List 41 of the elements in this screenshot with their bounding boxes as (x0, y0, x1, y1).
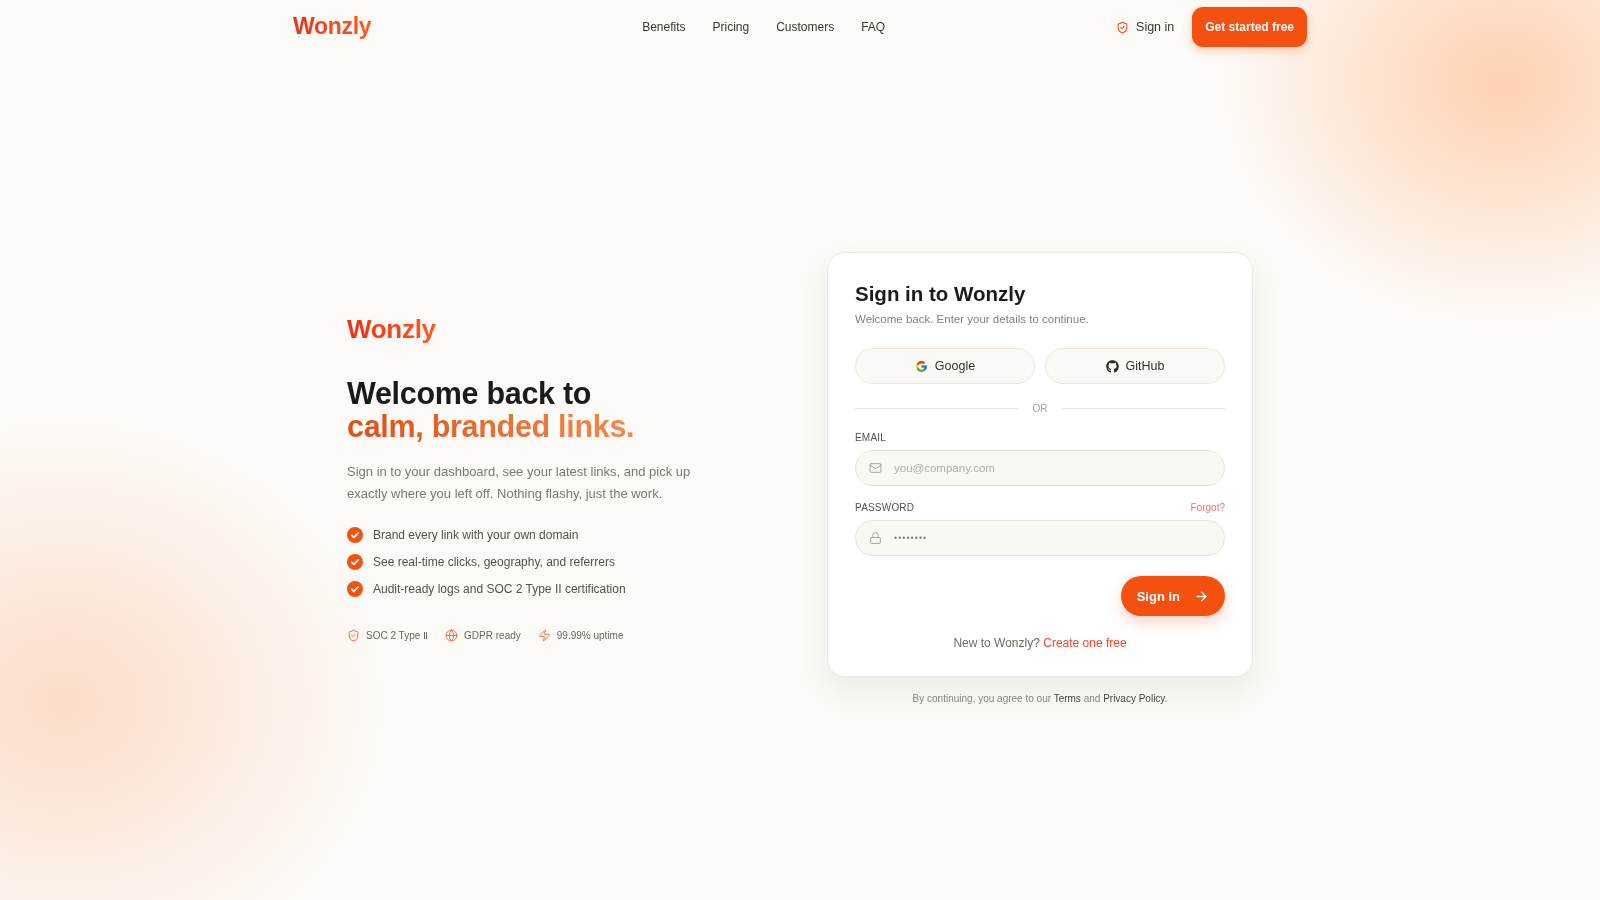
arrow-right-icon (1194, 588, 1209, 604)
create-account-link[interactable]: Create one free (1043, 636, 1127, 650)
github-logo-icon (1105, 359, 1119, 373)
signup-text: New to Wonzly? Create one free (952, 636, 1128, 650)
google-button[interactable]: Google (855, 348, 1035, 384)
brand-logo[interactable]: Wonzly (293, 13, 372, 41)
lock-icon (869, 531, 882, 545)
feature-text: Audit-ready logs and SOC 2 Type II certification (373, 582, 626, 597)
field-label: EMAIL (855, 432, 886, 443)
mail-icon (869, 461, 882, 475)
shield-check-icon (347, 629, 360, 643)
github-button[interactable]: GitHub (1045, 348, 1225, 384)
lightning-icon (537, 629, 551, 643)
google-logo-icon (914, 359, 928, 373)
description-text: Sign in to your dashboard, see your latest links, and pick up exactly where you left off. Nothing flashy, just the work. (347, 463, 692, 504)
card-title: Sign in to Wonzly (855, 281, 1027, 307)
nav-link[interactable]: Pricing (712, 20, 750, 34)
nav-link[interactable]: Benefits (642, 20, 686, 34)
heading-text: Welcome back to (347, 377, 592, 411)
sign-in-link[interactable]: Sign in (1116, 20, 1175, 34)
terms-link[interactable]: Terms (1053, 693, 1081, 704)
sign-in-button[interactable]: Sign in (1120, 576, 1225, 616)
globe-icon (445, 629, 459, 643)
privacy-policy-link[interactable]: Privacy Policy (1103, 693, 1165, 704)
feature-text: Brand every link with your own domain (373, 528, 579, 543)
feature-text: See real-time clicks, geography, and referrers (373, 555, 615, 570)
check-circle-icon (347, 527, 363, 544)
check-circle-icon (347, 581, 363, 598)
card-subtitle: Welcome back. Enter your details to continue. (855, 313, 1090, 325)
trust-badge-text: SOC 2 Type Ⅱ (366, 630, 429, 642)
nav-link[interactable]: FAQ (861, 20, 886, 34)
trust-badge-text: 99.99% uptime (556, 630, 624, 642)
trust-badge-text: GDPR ready (464, 630, 521, 642)
field-label: PASSWORD (855, 502, 915, 513)
divider-text: OR (1032, 403, 1048, 414)
legal-text: By continuing, you agree to our Terms and Privacy Policy. (912, 693, 1168, 704)
get-started-button[interactable]: Get started free (1192, 7, 1307, 47)
email-field[interactable]: you@company.com (855, 450, 1225, 486)
check-circle-icon (347, 554, 363, 571)
nav-link[interactable]: Customers (776, 20, 835, 34)
shield-check-icon (1116, 20, 1130, 34)
